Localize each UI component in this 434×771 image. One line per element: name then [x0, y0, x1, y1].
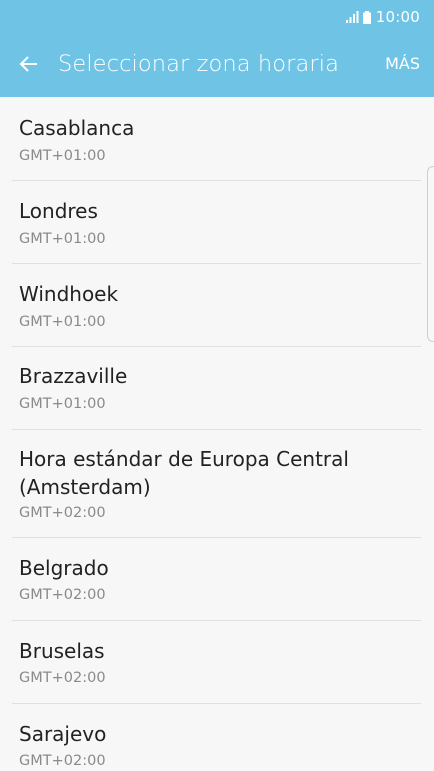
toolbar: Seleccionar zona horaria MÁS: [0, 33, 434, 97]
list-item[interactable]: Hora estándar de Europa Central (Amsterd…: [0, 430, 434, 538]
list-item[interactable]: Brazzaville GMT+01:00: [0, 347, 434, 430]
arrow-left-icon: [19, 56, 37, 72]
status-icons: 10:00: [345, 7, 420, 27]
battery-icon: [362, 10, 371, 24]
timezone-name: Casablanca: [19, 116, 135, 140]
back-button[interactable]: [14, 49, 44, 79]
timezone-name: Windhoek: [19, 282, 119, 306]
timezone-offset: GMT+01:00: [19, 148, 106, 164]
status-time: 10:00: [375, 8, 420, 26]
list-item[interactable]: Windhoek GMT+01:00: [0, 264, 434, 347]
timezone-list: Casablanca GMT+01:00 Londres GMT+01:00 W…: [0, 98, 434, 771]
timezone-offset: GMT+01:00: [19, 314, 106, 330]
timezone-name: Bruselas: [19, 639, 105, 663]
timezone-name: Brazzaville: [19, 364, 128, 388]
timezone-offset: GMT+02:00: [19, 753, 106, 769]
timezone-offset: GMT+02:00: [19, 670, 106, 686]
list-item[interactable]: Belgrado GMT+02:00: [0, 538, 434, 621]
list-item[interactable]: Casablanca GMT+01:00: [0, 98, 434, 181]
scroll-handle[interactable]: [427, 166, 434, 342]
list-item[interactable]: Londres GMT+01:00: [0, 181, 434, 264]
timezone-name: Belgrado: [19, 556, 109, 580]
more-button[interactable]: MÁS: [385, 54, 420, 73]
timezone-offset: GMT+01:00: [19, 396, 106, 412]
signal-icon: [345, 11, 359, 23]
timezone-name: Sarajevo: [19, 722, 107, 746]
timezone-name: Londres: [19, 199, 98, 223]
timezone-offset: GMT+02:00: [19, 587, 106, 603]
timezone-offset: GMT+01:00: [19, 231, 106, 247]
page-title: Seleccionar zona horaria: [58, 51, 339, 77]
status-bar: 10:00: [0, 0, 434, 33]
list-item[interactable]: Sarajevo GMT+02:00: [0, 704, 434, 771]
timezone-offset: GMT+02:00: [19, 505, 106, 521]
list-item[interactable]: Bruselas GMT+02:00: [0, 621, 434, 704]
timezone-name: Hora estándar de Europa Central: [19, 447, 349, 471]
app-header: 10:00 Seleccionar zona horaria MÁS: [0, 0, 434, 97]
timezone-name-line2: (Amsterdam): [19, 475, 151, 499]
